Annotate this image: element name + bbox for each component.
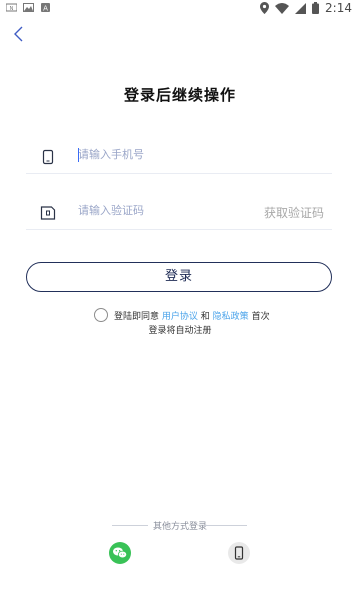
agreement-suffix: 首次 bbox=[251, 312, 270, 322]
code-input[interactable] bbox=[78, 204, 268, 217]
phone-input[interactable] bbox=[78, 148, 268, 161]
get-code-button[interactable]: 获取验证码 bbox=[264, 204, 324, 221]
code-field: 获取验证码 bbox=[26, 193, 332, 230]
agreement-checkbox[interactable] bbox=[94, 308, 108, 322]
status-bar-left: N A bbox=[6, 3, 51, 12]
other-login-label: 其他方式登录 bbox=[152, 522, 207, 532]
sim-card-icon bbox=[40, 206, 56, 220]
status-bar-right: 2:14 bbox=[260, 1, 352, 15]
privacy-policy-link[interactable]: 隐私政策 bbox=[213, 312, 249, 322]
login-button[interactable]: 登录 bbox=[26, 262, 332, 292]
signal-icon bbox=[295, 2, 307, 14]
phone-login-button[interactable] bbox=[228, 542, 250, 564]
location-icon bbox=[260, 2, 270, 14]
notification-icon: N bbox=[6, 3, 17, 12]
image-icon bbox=[23, 3, 34, 12]
phone-field bbox=[26, 137, 332, 174]
status-time: 2:14 bbox=[325, 1, 352, 15]
wifi-icon bbox=[275, 2, 290, 14]
app-icon: A bbox=[41, 3, 50, 13]
battery-icon bbox=[312, 2, 320, 14]
phone-icon bbox=[42, 149, 54, 165]
divider-line-right bbox=[205, 525, 247, 526]
phone-icon bbox=[234, 546, 244, 560]
wechat-icon bbox=[113, 547, 128, 559]
text-caret bbox=[78, 148, 79, 162]
agreement-text: 登陆即同意 用户协议 和 隐私政策 首次 bbox=[114, 309, 270, 322]
wechat-login-button[interactable] bbox=[109, 542, 131, 564]
page-title: 登录后继续操作 bbox=[123, 86, 236, 104]
agreement-and: 和 bbox=[200, 312, 210, 322]
svg-text:N: N bbox=[10, 6, 14, 12]
chevron-left-icon bbox=[14, 26, 23, 42]
svg-text:A: A bbox=[43, 5, 48, 13]
status-bar: N A 2:14 bbox=[0, 0, 360, 18]
auto-register-note: 登录将自动注册 bbox=[148, 326, 212, 336]
agreement-prefix: 登陆即同意 bbox=[114, 312, 160, 322]
user-agreement-link[interactable]: 用户协议 bbox=[162, 312, 198, 322]
other-login-divider: 其他方式登录 bbox=[0, 519, 360, 533]
back-button[interactable] bbox=[10, 24, 30, 44]
